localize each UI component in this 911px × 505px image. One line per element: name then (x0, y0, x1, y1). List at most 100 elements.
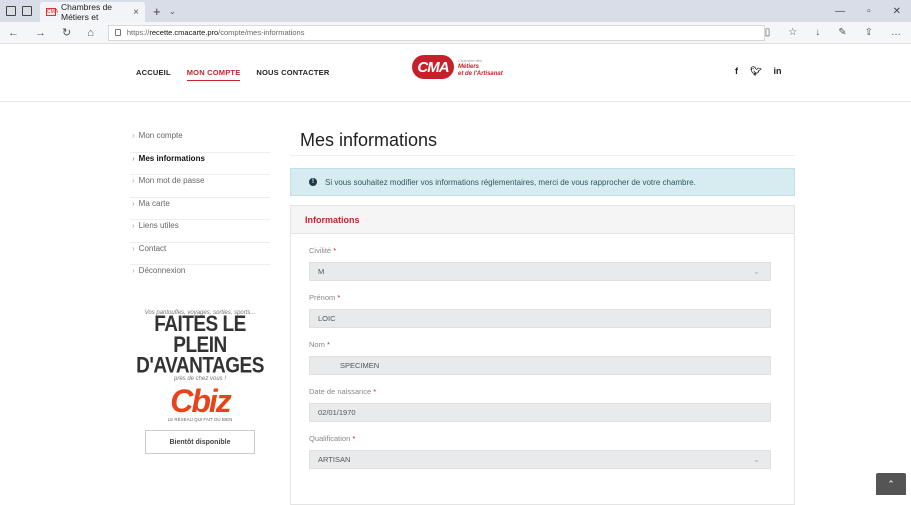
address-input[interactable]: https://recette.cmacarte.pro/compte/mes-… (107, 24, 765, 41)
account-sidebar: Mon compte Mes informations Mon mot de p… (130, 130, 270, 288)
alert-text: Si vous souhaitez modifier vos informati… (325, 177, 696, 187)
sidebar-item-contact[interactable]: Contact (130, 243, 270, 265)
field-nom: Nom * SPECIMEN (291, 340, 794, 375)
back-icon[interactable]: ← (8, 27, 19, 39)
forward-icon[interactable]: → (35, 27, 46, 39)
twitter-icon[interactable]: 🐦︎ (750, 66, 761, 77)
field-prenom: Prénom * LOIC (291, 293, 794, 328)
tab-actions-icon[interactable] (22, 6, 32, 16)
required-mark: * (333, 246, 337, 255)
field-label: Nom * (309, 340, 794, 349)
social-links: f 🐦︎ in (735, 66, 781, 77)
facebook-icon[interactable]: f (735, 66, 738, 77)
menu-item-nous-contacter[interactable]: NOUS CONTACTER (256, 68, 329, 81)
browser-tab[interactable]: CMA Chambres de Métiers et × (40, 2, 145, 22)
chevron-down-icon: ⌄ (753, 455, 760, 464)
logo-line1: Chambre des (458, 57, 483, 63)
menu-item-accueil[interactable]: ACCUEIL (136, 68, 171, 81)
section-title: Informations (291, 206, 794, 234)
main-content: Mes informations ! Si vous souhaitez mod… (290, 130, 795, 505)
prenom-value: LOIC (318, 314, 336, 323)
menu-item-mon-compte[interactable]: MON COMPTE (186, 68, 241, 81)
toolbar-tools: ▯ ☆ ↓ ✎ ⇪ … (765, 27, 911, 38)
date-naissance-input[interactable]: 02/01/1970 (309, 403, 771, 422)
maximize-icon[interactable]: ▫ (867, 6, 871, 17)
sidebar-item-mes-informations[interactable]: Mes informations (130, 153, 270, 175)
label-text: Nom (309, 340, 325, 349)
required-mark: * (352, 434, 356, 443)
nom-input[interactable]: SPECIMEN (309, 356, 771, 375)
new-tab-icon[interactable]: + (153, 4, 161, 19)
logo-text: Chambre des Métiers et de l'Artisanat (458, 57, 503, 78)
chevron-up-icon: ⌃ (887, 478, 895, 489)
nom-value: SPECIMEN (340, 361, 380, 370)
refresh-icon[interactable]: ↻ (62, 26, 71, 39)
chevron-down-icon: ⌄ (753, 267, 760, 276)
close-window-icon[interactable]: ✕ (893, 6, 901, 17)
label-text: Civilité (309, 246, 332, 255)
window-icons (0, 6, 32, 16)
browser-titlebar: CMA Chambres de Métiers et × + ⌄ — ▫ ✕ (0, 0, 911, 22)
main-menu: ACCUEIL MON COMPTE NOUS CONTACTER (136, 68, 329, 81)
scroll-to-top-button[interactable]: ⌃ (876, 473, 906, 495)
field-civilite: Civilité * M ⌄ (291, 246, 794, 281)
favorite-icon[interactable]: ☆ (788, 27, 797, 38)
url-path: /compte/mes-informations (218, 28, 305, 37)
share-icon[interactable]: ⇪ (865, 27, 873, 38)
promo-banner: Vos pantoufles, voyages, sorties, sports… (130, 310, 270, 454)
field-label: Prénom * (309, 293, 794, 302)
window-menu-icon[interactable] (6, 6, 16, 16)
civilite-select[interactable]: M ⌄ (309, 262, 771, 281)
sidebar-item-deconnexion[interactable]: Déconnexion (130, 265, 270, 288)
date-naissance-value: 02/01/1970 (318, 408, 356, 417)
minimize-icon[interactable]: — (835, 6, 845, 17)
cbiz-word: Cbiz (170, 383, 232, 419)
label-text: Date de naissance (309, 387, 372, 396)
info-alert: ! Si vous souhaitez modifier vos informa… (290, 168, 795, 196)
field-label: Qualification * (309, 434, 794, 443)
field-date-naissance: Date de naissance * 02/01/1970 (291, 387, 794, 422)
field-label: Date de naissance * (309, 387, 794, 396)
prenom-input[interactable]: LOIC (309, 309, 771, 328)
cbiz-logo: Cbiz (165, 383, 235, 419)
more-icon[interactable]: … (891, 27, 901, 38)
site-logo[interactable]: CMA Chambre des Métiers et de l'Artisana… (412, 55, 503, 79)
promo-headline-1: FAITES LE PLEIN (154, 312, 246, 358)
window-controls: — ▫ ✕ (835, 6, 911, 17)
info-icon: ! (309, 178, 317, 186)
qualification-select[interactable]: ARTISAN ⌄ (309, 450, 771, 469)
field-qualification: Qualification * ARTISAN ⌄ (291, 434, 794, 469)
required-mark: * (373, 387, 377, 396)
sidebar-item-liens-utiles[interactable]: Liens utiles (130, 220, 270, 243)
lock-icon (114, 29, 121, 36)
field-label: Civilité * (309, 246, 794, 255)
informations-card: Informations Civilité * M ⌄ Prénom * LOI… (290, 205, 795, 505)
sidebar-item-mon-compte[interactable]: Mon compte (130, 130, 270, 153)
close-tab-icon[interactable]: × (133, 7, 139, 18)
sidebar-item-mot-de-passe[interactable]: Mon mot de passe (130, 175, 270, 198)
site-header: ACCUEIL MON COMPTE NOUS CONTACTER CMA Ch… (0, 44, 911, 102)
url-prefix: https:// (126, 28, 150, 37)
civilite-value: M (318, 267, 325, 276)
pen-icon[interactable]: ✎ (838, 27, 846, 38)
tab-title: Chambres de Métiers et (61, 2, 113, 22)
label-text: Qualification (309, 434, 351, 443)
url-domain: recette.cmacarte.pro (149, 28, 219, 37)
linkedin-icon[interactable]: in (773, 66, 781, 77)
sidebar-item-ma-carte[interactable]: Ma carte (130, 198, 270, 220)
download-icon[interactable]: ↓ (815, 27, 820, 38)
bientot-disponible-button[interactable]: Bientôt disponible (145, 430, 255, 454)
logo-mark: CMA (412, 55, 454, 79)
tab-list-chevron-icon[interactable]: ⌄ (169, 6, 177, 17)
home-icon[interactable]: ⌂ (87, 27, 94, 39)
logo-line2: Métiers (458, 63, 480, 70)
page-title: Mes informations (290, 130, 795, 156)
promo-headline-2: D'AVANTAGES (136, 354, 264, 379)
nav-buttons: ← → ↻ ⌂ (0, 26, 94, 40)
address-toolbar: ← → ↻ ⌂ https://recette.cmacarte.pro/com… (0, 22, 911, 44)
qualification-value: ARTISAN (318, 455, 351, 464)
label-text: Prénom (309, 293, 336, 302)
required-mark: * (326, 340, 330, 349)
reader-icon[interactable]: ▯ (765, 27, 771, 38)
promo-headline: FAITES LE PLEIN D'AVANTAGES (130, 312, 270, 379)
